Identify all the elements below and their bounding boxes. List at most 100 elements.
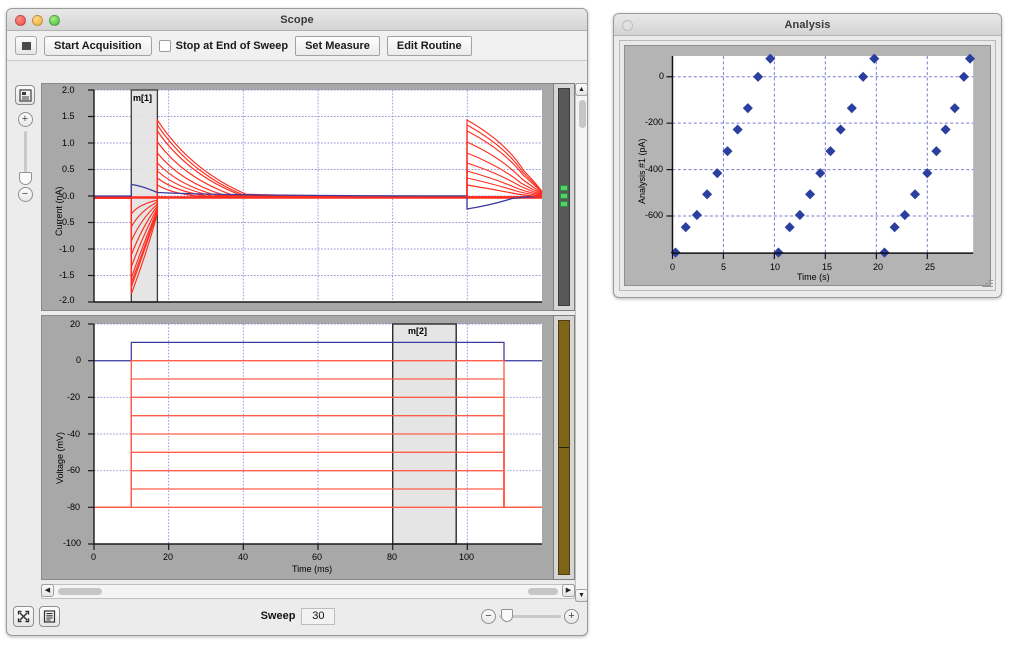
cursor-m2-label: m[2]	[408, 326, 428, 336]
analysis-ytick-1: -200	[645, 117, 664, 127]
voltage-xtick-1: 20	[163, 552, 174, 562]
current-gain-segment-2	[560, 193, 568, 199]
current-plot-svg[interactable]	[42, 84, 564, 310]
stop-square-icon-button[interactable]	[15, 36, 37, 55]
start-acquisition-button[interactable]: Start Acquisition	[44, 35, 152, 56]
analysis-close-button[interactable]	[622, 20, 633, 31]
analysis-xtick-1: 5	[721, 262, 727, 272]
stop-at-end-checkbox-box[interactable]	[158, 39, 171, 52]
analysis-xtick-3: 15	[822, 262, 833, 272]
fit-to-window-icon	[17, 610, 30, 622]
current-gain-segment-3	[560, 201, 568, 207]
hscroll-thumb-left[interactable]	[58, 588, 102, 595]
current-ytick-2: 1.0	[62, 138, 75, 148]
voltage-x-axis-title: Time (ms)	[292, 564, 333, 574]
chart-config-icon-button[interactable]	[15, 85, 35, 105]
cursor-m1[interactable]	[130, 89, 159, 303]
plot-zoom-in-label: +	[21, 113, 29, 125]
stop-square-icon	[21, 41, 31, 50]
scope-vertical-scrollbar[interactable]: ▲ ▼	[575, 83, 587, 602]
current-ytick-3: 0.5	[62, 164, 75, 174]
current-gain-bar[interactable]	[558, 88, 570, 306]
close-button[interactable]	[15, 15, 26, 26]
scope-window-title: Scope	[280, 13, 314, 26]
scroll-thumb[interactable]	[579, 100, 586, 128]
scope-horizontal-scrollbar[interactable]: ◀ ▶	[41, 584, 575, 599]
footer-zoom-out-label: −	[485, 609, 492, 622]
footer-zoom-in-button[interactable]: +	[564, 608, 579, 624]
voltage-xtick-4: 80	[387, 552, 398, 562]
footer-zoom-slider-thumb[interactable]	[501, 608, 513, 622]
plot-zoom-out-button[interactable]: −	[17, 187, 33, 202]
scope-toolbar: Start Acquisition Stop at End of Sweep S…	[7, 31, 587, 61]
voltage-ytick-6: -100	[63, 538, 82, 548]
voltage-xtick-5: 100	[459, 552, 475, 562]
voltage-xtick-0: 0	[91, 552, 97, 562]
edit-routine-button[interactable]: Edit Routine	[386, 35, 472, 56]
footer-zoom-slider-track[interactable]	[499, 608, 561, 622]
sweep-value-field[interactable]: 30	[301, 607, 336, 625]
plot-zoom-in-button[interactable]: +	[17, 112, 33, 127]
scroll-left-button[interactable]: ◀	[41, 584, 54, 597]
voltage-y-axis-title: Voltage (mV)	[55, 431, 65, 484]
hscroll-thumb-right[interactable]	[528, 588, 558, 595]
current-gain-segment-1	[560, 185, 568, 191]
voltage-gain-bar[interactable]	[558, 320, 570, 575]
scope-footer: Sweep 30 − +	[13, 602, 583, 630]
stop-at-end-checkbox-label: Stop at End of Sweep	[175, 39, 289, 52]
zoom-button[interactable]	[49, 15, 60, 26]
voltage-plot-panel: 20 0 -20 -40 -60 -80 -100 0 20 40 60 80 …	[41, 315, 565, 580]
chart-config-icon	[18, 88, 32, 102]
footer-zoom-out-button[interactable]: −	[481, 608, 496, 624]
scope-window: Scope Start Acquisition Stop at End of S…	[6, 8, 588, 636]
analysis-xtick-5: 25	[925, 262, 936, 272]
voltage-xtick-3: 60	[312, 552, 323, 562]
voltage-ytick-1: 0	[76, 355, 82, 365]
voltage-gain-control[interactable]	[553, 315, 575, 580]
analysis-xtick-2: 10	[770, 262, 781, 272]
voltage-ytick-0: 20	[70, 319, 81, 329]
fit-to-window-button[interactable]	[13, 605, 34, 627]
current-gain-control[interactable]	[553, 83, 575, 311]
analysis-traffic-lights	[622, 20, 633, 31]
analysis-body: 0 -200 -400 -600 0 5 10 15 20 25 Analysi…	[619, 40, 996, 291]
analysis-ytick-3: -600	[645, 210, 664, 220]
plot-zoom-slider-track[interactable]	[18, 131, 32, 185]
analysis-resize-handle[interactable]	[981, 276, 993, 288]
analysis-x-axis-title: Time (s)	[797, 272, 830, 282]
analysis-plot-container[interactable]: 0 -200 -400 -600 0 5 10 15 20 25 Analysi…	[624, 45, 991, 286]
analysis-ytick-0: 0	[659, 71, 665, 81]
voltage-ytick-3: -40	[67, 429, 81, 439]
scroll-up-button[interactable]: ▲	[575, 83, 587, 96]
analysis-scatter-svg[interactable]	[625, 46, 990, 285]
cursor-m1-label: m[1]	[133, 93, 153, 103]
current-ytick-0: 2.0	[62, 85, 75, 95]
list-notes-icon	[43, 609, 56, 623]
analysis-titlebar[interactable]: Analysis	[614, 14, 1001, 36]
plot-zoom-slider-thumb[interactable]	[18, 172, 32, 185]
analysis-window-title: Analysis	[784, 18, 831, 31]
scope-plot-region: + − 2.0 1.5 1.0 0.5 0.0 -0.5 -1.0 -1.5 -…	[13, 71, 587, 602]
scroll-right-button[interactable]: ▶	[562, 584, 575, 597]
stop-at-end-of-sweep-checkbox[interactable]: Stop at End of Sweep	[158, 39, 289, 52]
analysis-y-axis-title: Analysis #1 (pA)	[637, 138, 647, 204]
cursor-m1-box[interactable]	[130, 89, 159, 303]
plot-zoom-out-label: −	[21, 188, 29, 200]
analysis-ytick-2: -400	[645, 164, 664, 174]
analysis-xtick-0: 0	[670, 262, 676, 272]
current-plot-panel: 2.0 1.5 1.0 0.5 0.0 -0.5 -1.0 -1.5 -2.0 …	[41, 83, 565, 311]
current-y-axis-title: Current (nA)	[54, 186, 64, 236]
scope-titlebar[interactable]: Scope	[7, 9, 587, 31]
voltage-xtick-2: 40	[238, 552, 249, 562]
minimize-button[interactable]	[32, 15, 43, 26]
list-notes-button[interactable]	[39, 605, 60, 627]
footer-zoom-in-label: +	[568, 609, 575, 622]
scroll-down-button[interactable]: ▼	[575, 589, 587, 602]
sweep-label: Sweep	[260, 610, 296, 622]
voltage-plot-svg[interactable]	[42, 316, 564, 579]
current-ytick-1: 1.5	[62, 111, 75, 121]
current-ytick-8: -2.0	[59, 295, 75, 305]
analysis-window: Analysis 0 -200 -400 -600 0 5 10 15 20 2…	[613, 13, 1002, 298]
set-measure-button[interactable]: Set Measure	[295, 35, 380, 56]
current-ytick-6: -1.0	[59, 244, 75, 254]
